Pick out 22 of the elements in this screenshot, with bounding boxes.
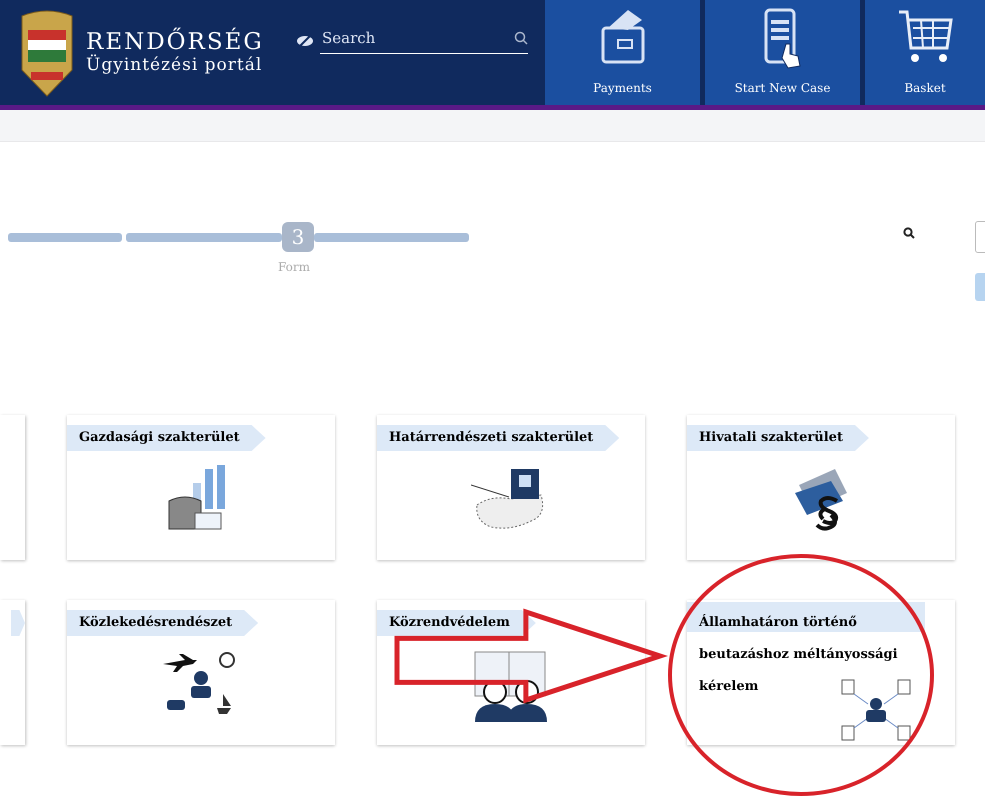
card-title: Gazdasági szakterület [67,425,266,451]
nav-button[interactable]: Start New Case [705,0,860,105]
card-title: Határrendészeti szakterület [377,425,620,451]
search-icon[interactable] [903,227,915,239]
eye-slash-icon[interactable] [296,34,314,48]
category-card[interactable]: Gazdasági szakterület [67,415,335,560]
step-label: Form [278,260,312,274]
search-icon[interactable] [514,31,528,45]
nav-button[interactable]: Basket [865,0,985,105]
category-card[interactable]: Államhatáron történő beutazáshoz méltányossági kérelem [687,600,955,745]
card-title: Közlekedésrendészet [67,610,258,636]
category-card[interactable]: Közrendvédelem [377,600,645,745]
brand-title: RENDŐRSÉG [86,30,264,55]
brand-subtitle: Ügyintézési portál [86,55,264,76]
step-number: 3 [282,222,314,252]
card-title: Közrendvédelem [377,610,536,636]
card-title: Hivatali szakterület [687,425,869,451]
search-field[interactable]: Search [320,28,514,48]
category-card[interactable]: Hivatali szakterület [687,415,955,560]
category-card[interactable]: Határrendészeti szakterület [377,415,645,560]
nav-button[interactable]: Payments [545,0,700,105]
category-card[interactable]: Közlekedésrendészet [67,600,335,745]
